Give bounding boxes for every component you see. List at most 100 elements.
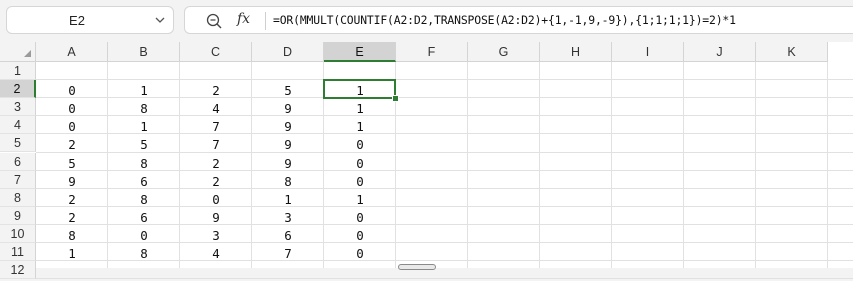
cell-e10[interactable]: 0: [324, 227, 396, 245]
cell-d7[interactable]: 8: [252, 173, 324, 191]
formula-bar-area: E2 fx =OR(MMULT(COUNTIF(A2:D2,TRANSPOSE(…: [0, 0, 853, 42]
cell-d8[interactable]: 1: [252, 191, 324, 209]
name-box-value[interactable]: E2: [7, 13, 147, 28]
row-header-12[interactable]: 12: [0, 261, 36, 280]
grid-line: [611, 62, 612, 268]
cell-e6[interactable]: 0: [324, 155, 396, 173]
cell-e4[interactable]: 1: [324, 118, 396, 136]
cell-d1[interactable]: [252, 64, 324, 82]
cell-c12[interactable]: [180, 263, 252, 281]
cell-b11[interactable]: 8: [108, 245, 180, 263]
fill-handle[interactable]: [392, 95, 399, 103]
horizontal-scrollbar-thumb[interactable]: [398, 264, 436, 270]
cell-b12[interactable]: [108, 263, 180, 281]
zoom-icon[interactable]: [205, 12, 223, 30]
cell-c10[interactable]: 3: [180, 227, 252, 245]
spreadsheet-grid[interactable]: ABCDEFGHIJK12012513084914017915257906582…: [0, 42, 853, 280]
cell-d3[interactable]: 9: [252, 100, 324, 118]
row-header-10[interactable]: 10: [0, 224, 36, 243]
name-box[interactable]: E2: [6, 6, 174, 34]
selected-cell-border: [323, 79, 396, 100]
cell-c1[interactable]: [180, 64, 252, 82]
cell-e3[interactable]: 1: [324, 100, 396, 118]
row-header-8[interactable]: 8: [0, 188, 36, 207]
formula-text[interactable]: =OR(MMULT(COUNTIF(A2:D2,TRANSPOSE(A2:D2)…: [273, 13, 736, 27]
formula-input-area[interactable]: fx =OR(MMULT(COUNTIF(A2:D2,TRANSPOSE(A2:…: [184, 6, 853, 34]
row-header-2[interactable]: 2: [0, 80, 36, 99]
row-header-1[interactable]: 1: [0, 62, 36, 81]
cell-d5[interactable]: 9: [252, 136, 324, 154]
cell-a3[interactable]: 0: [36, 100, 108, 118]
grid-line: [467, 62, 468, 268]
cell-b8[interactable]: 8: [108, 191, 180, 209]
cell-b2[interactable]: 1: [108, 82, 180, 100]
column-header-h[interactable]: H: [540, 42, 612, 62]
select-all-corner[interactable]: [0, 42, 36, 62]
grid-line: [755, 62, 756, 268]
column-header-c[interactable]: C: [180, 42, 252, 62]
cell-c11[interactable]: 4: [180, 245, 252, 263]
cell-c5[interactable]: 7: [180, 136, 252, 154]
column-header-g[interactable]: G: [468, 42, 540, 62]
cell-d6[interactable]: 9: [252, 155, 324, 173]
cell-a11[interactable]: 1: [36, 245, 108, 263]
row-header-3[interactable]: 3: [0, 98, 36, 117]
cell-e9[interactable]: 0: [324, 209, 396, 227]
cell-b1[interactable]: [108, 64, 180, 82]
column-header-a[interactable]: A: [36, 42, 108, 62]
cell-a2[interactable]: 0: [36, 82, 108, 100]
chevron-down-icon[interactable]: [155, 15, 165, 25]
cell-d11[interactable]: 7: [252, 245, 324, 263]
cell-a5[interactable]: 2: [36, 136, 108, 154]
cell-e11[interactable]: 0: [324, 245, 396, 263]
cell-c9[interactable]: 9: [180, 209, 252, 227]
row-header-7[interactable]: 7: [0, 170, 36, 189]
cell-b6[interactable]: 8: [108, 155, 180, 173]
grid-line: [539, 62, 540, 268]
row-header-6[interactable]: 6: [0, 152, 36, 171]
column-header-k[interactable]: K: [756, 42, 828, 62]
cell-a8[interactable]: 2: [36, 191, 108, 209]
cell-e12[interactable]: [324, 263, 396, 281]
cell-d12[interactable]: [252, 263, 324, 281]
cell-b7[interactable]: 6: [108, 173, 180, 191]
cell-a1[interactable]: [36, 64, 108, 82]
cell-b10[interactable]: 0: [108, 227, 180, 245]
column-header-d[interactable]: D: [252, 42, 324, 62]
cell-c7[interactable]: 2: [180, 173, 252, 191]
cell-b5[interactable]: 5: [108, 136, 180, 154]
cell-c6[interactable]: 2: [180, 155, 252, 173]
select-all-icon: [24, 50, 31, 57]
cell-e5[interactable]: 0: [324, 136, 396, 154]
cell-a7[interactable]: 9: [36, 173, 108, 191]
cell-c2[interactable]: 2: [180, 82, 252, 100]
cell-a9[interactable]: 2: [36, 209, 108, 227]
column-header-b[interactable]: B: [108, 42, 180, 62]
column-header-f[interactable]: F: [396, 42, 468, 62]
row-header-4[interactable]: 4: [0, 116, 36, 135]
cell-b3[interactable]: 8: [108, 100, 180, 118]
cell-a4[interactable]: 0: [36, 118, 108, 136]
row-header-11[interactable]: 11: [0, 243, 36, 262]
fx-icon[interactable]: fx: [237, 11, 250, 27]
column-header-j[interactable]: J: [684, 42, 756, 62]
column-header-e[interactable]: E: [324, 42, 396, 62]
cell-a12[interactable]: [36, 263, 108, 281]
row-header-9[interactable]: 9: [0, 206, 36, 225]
cell-d2[interactable]: 5: [252, 82, 324, 100]
cell-c3[interactable]: 4: [180, 100, 252, 118]
cell-a10[interactable]: 8: [36, 227, 108, 245]
cell-e7[interactable]: 0: [324, 173, 396, 191]
grid-line: [683, 62, 684, 268]
cell-c4[interactable]: 7: [180, 118, 252, 136]
cell-d9[interactable]: 3: [252, 209, 324, 227]
cell-b9[interactable]: 6: [108, 209, 180, 227]
cell-b4[interactable]: 1: [108, 118, 180, 136]
row-header-5[interactable]: 5: [0, 134, 36, 153]
cell-d10[interactable]: 6: [252, 227, 324, 245]
cell-e8[interactable]: 1: [324, 191, 396, 209]
cell-a6[interactable]: 5: [36, 155, 108, 173]
cell-d4[interactable]: 9: [252, 118, 324, 136]
column-header-i[interactable]: I: [612, 42, 684, 62]
cell-c8[interactable]: 0: [180, 191, 252, 209]
